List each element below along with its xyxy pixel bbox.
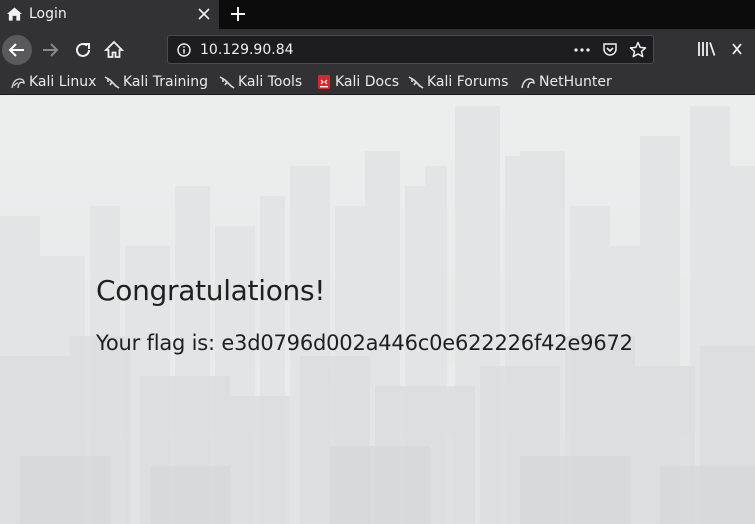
bookmark-kali-tools[interactable]: Kali Tools [219,72,302,92]
bookmark-label: Kali Linux [29,74,97,90]
sidebar-toggle-icon[interactable] [730,40,750,58]
bookmarks-bar: Kali Linux Kali Training Kali Tools Kali… [0,69,755,95]
forward-arrow-icon[interactable] [40,40,60,60]
bookmark-kali-docs[interactable]: Kali Docs [316,72,399,92]
city-skyline-background [0,96,755,524]
kali-dragon-icon [11,78,25,89]
tab-login[interactable]: Login [0,0,219,29]
bookmark-star-icon[interactable] [629,41,647,59]
info-icon[interactable] [177,43,191,57]
bookmark-label: Kali Forums [427,74,509,90]
bookmark-label: Kali Docs [335,74,400,90]
bookmark-label: NetHunter [539,74,612,90]
page-viewport: Congratulations! Your flag is: e3d0796d0… [0,96,755,524]
reload-icon[interactable] [73,40,93,60]
home-icon[interactable] [104,40,124,60]
bookmark-nethunter[interactable]: NetHunter [520,72,612,92]
bookmark-label: Kali Training [123,74,208,90]
bookmark-kali-training[interactable]: Kali Training [104,72,208,92]
address-bar[interactable]: 10.129.90.84 [167,35,654,64]
bookmark-kali-forums[interactable]: Kali Forums [408,72,508,92]
kali-dragon-icon [408,76,424,89]
new-tab-icon[interactable] [229,5,247,23]
flag-message: Your flag is: e3d0796d002a446c0e622226f4… [96,331,633,355]
bookmark-kali-linux[interactable]: Kali Linux [10,72,96,92]
kali-docs-icon [318,75,330,89]
back-button[interactable] [2,35,32,65]
url-text[interactable]: 10.129.90.84 [200,41,294,59]
page-heading: Congratulations! [96,274,326,307]
back-arrow-icon [8,43,24,57]
nav-toolbar: 10.129.90.84 [0,29,755,69]
pocket-icon[interactable] [602,42,618,58]
home-icon [7,7,22,21]
library-icon[interactable] [697,40,717,58]
bookmark-label: Kali Tools [238,74,303,90]
page-actions-icon[interactable] [573,42,591,58]
tab-strip: Login [0,0,755,29]
nethunter-icon [521,78,535,89]
kali-dragon-icon [219,76,235,89]
close-icon[interactable] [197,7,211,21]
kali-dragon-icon [104,76,120,89]
tab-title: Login [29,6,67,22]
